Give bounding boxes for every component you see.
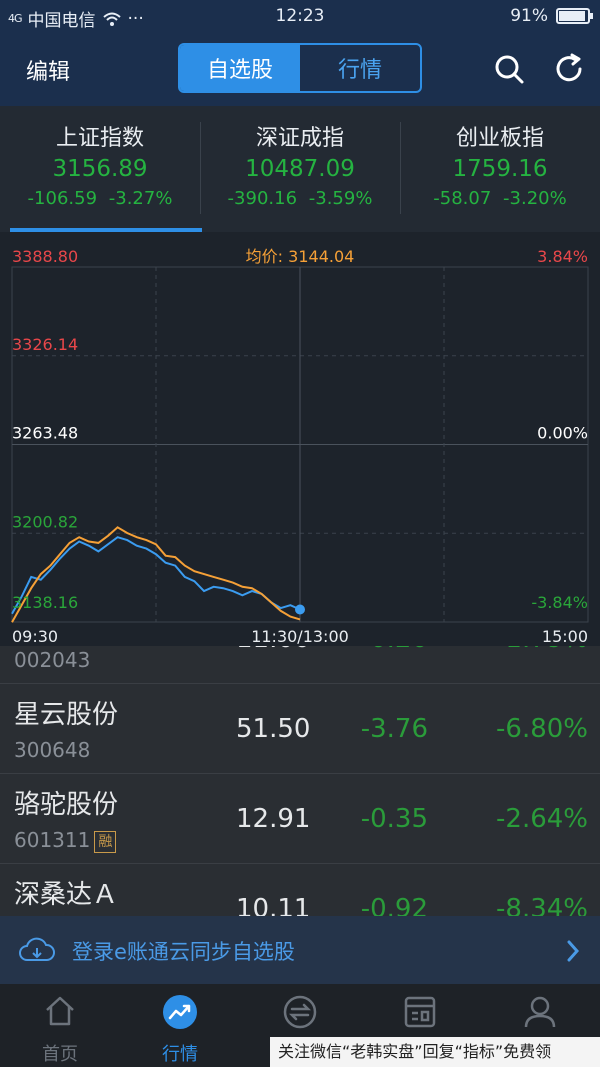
- status-bar: 4G 中国电信 ··· 12:23 91%: [0, 0, 600, 34]
- stock-pct: -6.80%: [496, 714, 588, 744]
- stock-code: 601311 融: [14, 828, 117, 853]
- x-axis-label: 15:00: [542, 627, 588, 646]
- table-row[interactable]: 星云股份 300648 51.50 -3.76 -6.80%: [0, 684, 600, 774]
- avg-price-label: 均价: 3144.04: [246, 247, 355, 266]
- stock-pct: -8.34%: [496, 894, 588, 916]
- stock-price: 51.50: [236, 714, 311, 744]
- stock-name: 深桑达Ａ: [14, 880, 119, 910]
- edit-button[interactable]: 编辑: [26, 54, 70, 86]
- search-icon[interactable]: [492, 52, 526, 86]
- news-icon: [404, 996, 436, 1028]
- stock-name: 星云股份: [14, 700, 119, 730]
- tab-watchlist[interactable]: 自选股: [180, 45, 300, 91]
- y-axis-label: 3263.48: [12, 424, 78, 443]
- index-sh[interactable]: 上证指数 3156.89 -106.59 -3.27%: [0, 106, 200, 232]
- stock-price: 12.91: [236, 804, 311, 834]
- refresh-icon[interactable]: [552, 52, 586, 86]
- stock-change: -0.92: [360, 894, 428, 916]
- login-sync-text: 登录e账通云同步自选股: [72, 940, 295, 964]
- stock-change: -3.76: [360, 714, 428, 744]
- y-axis-pct-label: 0.00%: [537, 424, 588, 443]
- index-summary: 上证指数 3156.89 -106.59 -3.27% 深证成指 10487.0…: [0, 106, 600, 232]
- table-row[interactable]: 骆驼股份 601311 融 12.91 -0.35 -2.64%: [0, 774, 600, 864]
- table-row[interactable]: 深桑达Ａ 10.11 -0.92 -8.34%: [0, 864, 600, 916]
- stock-price: 11.00: [236, 646, 310, 654]
- battery-percent: 91%: [510, 6, 548, 26]
- y-axis-label: 3388.80: [12, 247, 78, 266]
- tab-market[interactable]: 行情: [300, 45, 420, 91]
- x-axis-label: 09:30: [12, 627, 58, 646]
- watchlist: 002043 11.00 -0.20 -1.79% 星云股份 300648 51…: [0, 646, 600, 916]
- intraday-chart-svg: 3388.80 3326.14 3263.48 3200.82 3138.16 3.84%…: [11, 247, 589, 646]
- stock-code: 002043: [14, 648, 91, 672]
- login-sync-bar[interactable]: 登录e账通云同步自选股: [0, 916, 600, 984]
- stock-change: -0.35: [360, 804, 428, 834]
- current-price-dot: [295, 604, 305, 615]
- chevron-right-icon: [567, 940, 580, 962]
- y-axis-label: 3138.16: [12, 593, 78, 612]
- top-header: 编辑 自选股 行情: [0, 34, 600, 106]
- cloud-download-icon: [19, 937, 55, 961]
- y-axis-label: 3326.14: [12, 335, 78, 354]
- watermark-text: 关注微信“老韩实盘”回复“指标”免费领: [270, 1037, 600, 1067]
- stock-price: 10.11: [236, 894, 311, 916]
- stock-name: 骆驼股份: [14, 790, 119, 820]
- trade-icon: [283, 995, 317, 1029]
- tab-quotes[interactable]: 行情: [120, 984, 240, 1067]
- margin-badge: 融: [94, 830, 117, 853]
- market-icon: [163, 995, 197, 1029]
- table-row[interactable]: 002043 11.00 -0.20 -1.79%: [0, 646, 600, 684]
- stock-pct: -1.79%: [496, 646, 588, 654]
- y-axis-pct-label: 3.84%: [537, 247, 588, 266]
- home-icon: [46, 996, 74, 1026]
- y-axis-label: 3200.82: [12, 512, 78, 531]
- index-cyb[interactable]: 创业板指 1759.16 -58.07 -3.20%: [400, 106, 600, 232]
- intraday-chart[interactable]: 3388.80 3326.14 3263.48 3200.82 3138.16 3.84%…: [0, 232, 600, 646]
- y-axis-pct-label: -3.84%: [531, 593, 588, 612]
- index-sz[interactable]: 深证成指 10487.09 -390.16 -3.59%: [200, 106, 400, 232]
- x-axis-label: 11:30/13:00: [251, 627, 349, 646]
- stock-pct: -2.64%: [496, 804, 588, 834]
- stock-code: 300648: [14, 738, 91, 762]
- stock-change: -0.20: [361, 646, 428, 654]
- battery-icon: [556, 8, 593, 24]
- user-icon: [524, 996, 556, 1028]
- tab-home[interactable]: 首页: [0, 984, 120, 1067]
- segment-control: 自选股 行情: [178, 43, 422, 93]
